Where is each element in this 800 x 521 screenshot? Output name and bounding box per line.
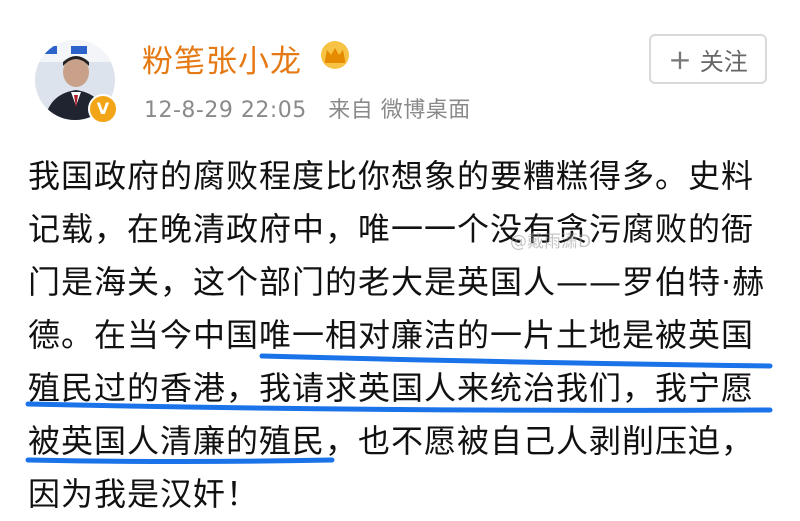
post-text-line: 门是海关，这个部门的老大是英国人——罗伯特·赫 (28, 263, 766, 301)
post-source: 来自 微博桌面 (328, 98, 471, 123)
follow-button-label: 关注 (699, 47, 748, 76)
watermark: @戴雨潇D (510, 232, 592, 252)
post-meta: 12-8-29 22:05 来自 微博桌面 (144, 92, 485, 124)
post-text-line: 我国政府的腐败程度比你想象的要糟糕得多。史料 (28, 157, 755, 195)
post-text-line: 德。在当今中国唯一相对廉洁的一片土地是被英国 (28, 316, 755, 354)
verified-badge-icon: V (88, 94, 118, 124)
post-text: 我国政府的腐败程度比你想象的要糟糕得多。史料 记载，在晚清政府中，唯一一个没有贪… (28, 150, 778, 521)
post-text-line: 因为我是汉奸！ (28, 475, 260, 513)
weibo-post-card: V 粉笔张小龙 12-8-29 22:05 来自 微博桌面 + 关注 我国政府的… (0, 0, 800, 513)
username[interactable]: 粉笔张小龙 (142, 36, 302, 81)
post-timestamp[interactable]: 12-8-29 22:05 (144, 98, 307, 123)
post-text-line: 被英国人清廉的殖民，也不愿被自己人剥削压迫， (28, 422, 755, 460)
post-text-line: 记载，在晚清政府中，唯一一个没有贪污腐败的衙 (28, 210, 755, 248)
crown-icon (321, 41, 349, 69)
plus-icon: + (668, 42, 692, 76)
follow-button[interactable]: + 关注 (649, 34, 767, 84)
post-text-line: 殖民过的香港，我请求英国人来统治我们，我宁愿 (28, 369, 755, 407)
